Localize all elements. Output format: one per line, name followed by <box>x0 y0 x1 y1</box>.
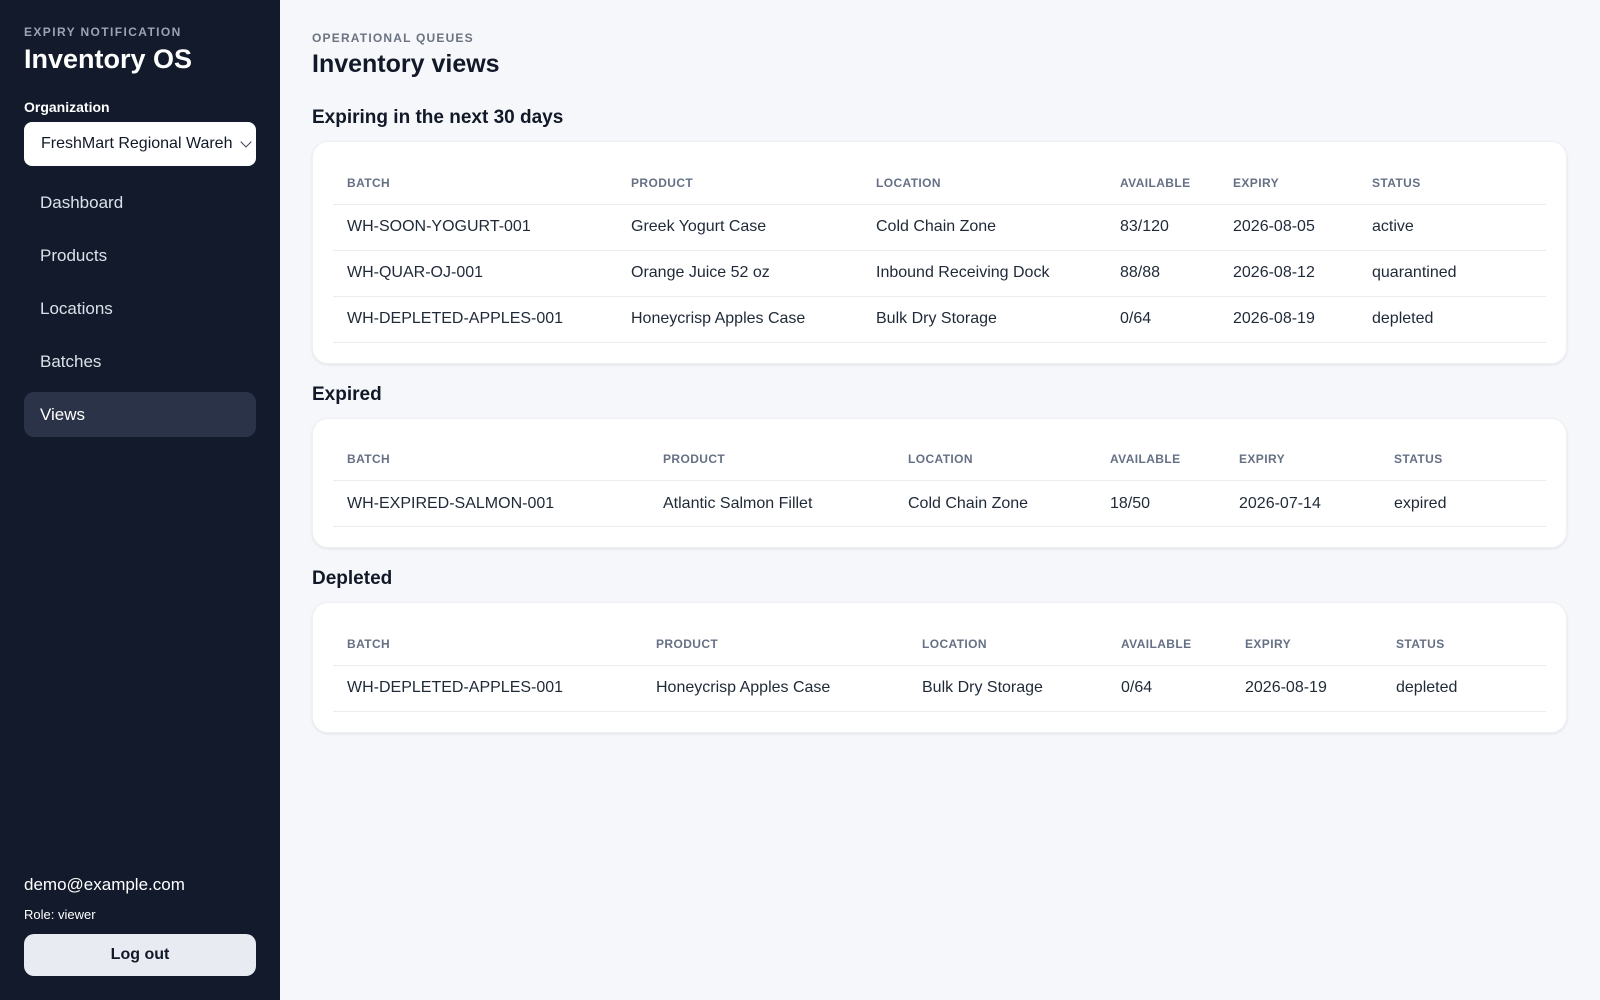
column-header-batch: BATCH <box>333 623 642 666</box>
organization-label: Organization <box>24 99 110 115</box>
column-header-product: PRODUCT <box>617 162 862 205</box>
column-header-expiry: EXPIRY <box>1219 162 1358 205</box>
cell-expiry: 2026-07-14 <box>1225 480 1380 527</box>
table-row: WH-EXPIRED-SALMON-001 Atlantic Salmon Fi… <box>333 480 1546 527</box>
sidebar-item-products[interactable]: Products <box>24 233 256 278</box>
sidebar-item-locations[interactable]: Locations <box>24 286 256 331</box>
chevron-down-icon <box>240 136 252 148</box>
cell-expiry: 2026-08-12 <box>1219 250 1358 297</box>
column-header-location: LOCATION <box>894 438 1096 481</box>
depleted-table: BATCH PRODUCT LOCATION AVAILABLE EXPIRY … <box>333 623 1546 712</box>
table-header-row: BATCH PRODUCT LOCATION AVAILABLE EXPIRY … <box>333 438 1546 481</box>
page-eyebrow: OPERATIONAL QUEUES <box>312 31 474 45</box>
cell-product: Greek Yogurt Case <box>617 204 862 251</box>
cell-status: quarantined <box>1358 250 1546 297</box>
cell-status: depleted <box>1382 665 1546 712</box>
cell-batch: WH-QUAR-OJ-001 <box>333 250 617 297</box>
depleted-table-card: BATCH PRODUCT LOCATION AVAILABLE EXPIRY … <box>312 602 1567 733</box>
sidebar-eyebrow: EXPIRY NOTIFICATION <box>24 25 182 39</box>
expired-table: BATCH PRODUCT LOCATION AVAILABLE EXPIRY … <box>333 438 1546 527</box>
main-content: OPERATIONAL QUEUES Inventory views Expir… <box>280 0 1600 1000</box>
cell-product: Honeycrisp Apples Case <box>617 296 862 343</box>
cell-product: Honeycrisp Apples Case <box>642 665 908 712</box>
column-header-product: PRODUCT <box>649 438 894 481</box>
sidebar: EXPIRY NOTIFICATION Inventory OS Organiz… <box>0 0 280 1000</box>
app-shell: EXPIRY NOTIFICATION Inventory OS Organiz… <box>0 0 1600 1000</box>
organization-select-value: FreshMart Regional Warehouse <box>41 135 232 152</box>
cell-batch: WH-DEPLETED-APPLES-001 <box>333 665 642 712</box>
logout-button[interactable]: Log out <box>24 934 256 976</box>
cell-available: 83/120 <box>1106 204 1219 251</box>
cell-location: Bulk Dry Storage <box>862 296 1106 343</box>
table-row: WH-QUAR-OJ-001 Orange Juice 52 oz Inboun… <box>333 250 1546 297</box>
organization-select[interactable]: FreshMart Regional Warehouse <box>24 122 256 166</box>
table-header-row: BATCH PRODUCT LOCATION AVAILABLE EXPIRY … <box>333 162 1546 205</box>
column-header-status: STATUS <box>1380 438 1546 481</box>
cell-available: 88/88 <box>1106 250 1219 297</box>
column-header-expiry: EXPIRY <box>1225 438 1380 481</box>
cell-status: expired <box>1380 480 1546 527</box>
column-header-product: PRODUCT <box>642 623 908 666</box>
section-title-depleted: Depleted <box>312 568 393 589</box>
sidebar-item-dashboard[interactable]: Dashboard <box>24 180 256 225</box>
expiring-table-card: BATCH PRODUCT LOCATION AVAILABLE EXPIRY … <box>312 141 1567 364</box>
column-header-expiry: EXPIRY <box>1231 623 1382 666</box>
user-email: demo@example.com <box>24 875 185 894</box>
expired-table-card: BATCH PRODUCT LOCATION AVAILABLE EXPIRY … <box>312 417 1567 548</box>
cell-available: 18/50 <box>1096 480 1225 527</box>
cell-expiry: 2026-08-05 <box>1219 204 1358 251</box>
table-row: WH-DEPLETED-APPLES-001 Honeycrisp Apples… <box>333 296 1546 343</box>
cell-product: Atlantic Salmon Fillet <box>649 480 894 527</box>
cell-batch: WH-SOON-YOGURT-001 <box>333 204 617 251</box>
cell-expiry: 2026-08-19 <box>1231 665 1382 712</box>
column-header-batch: BATCH <box>333 438 649 481</box>
column-header-available: AVAILABLE <box>1107 623 1231 666</box>
sidebar-nav: Dashboard Products Locations Batches Vie… <box>24 180 256 437</box>
cell-batch: WH-DEPLETED-APPLES-001 <box>333 296 617 343</box>
cell-product: Orange Juice 52 oz <box>617 250 862 297</box>
sidebar-item-batches[interactable]: Batches <box>24 339 256 384</box>
user-role: Role: viewer <box>24 907 96 922</box>
cell-batch: WH-EXPIRED-SALMON-001 <box>333 480 649 527</box>
section-title-expired: Expired <box>312 383 382 405</box>
cell-available: 0/64 <box>1107 665 1231 712</box>
column-header-status: STATUS <box>1382 623 1546 666</box>
expiring-table: BATCH PRODUCT LOCATION AVAILABLE EXPIRY … <box>333 162 1546 343</box>
app-brand: Inventory OS <box>24 44 193 74</box>
section-title-expiring: Expiring in the next 30 days <box>312 107 564 128</box>
cell-expiry: 2026-08-19 <box>1219 296 1358 343</box>
table-row: WH-DEPLETED-APPLES-001 Honeycrisp Apples… <box>333 665 1546 712</box>
page-title: Inventory views <box>312 50 500 78</box>
cell-location: Cold Chain Zone <box>894 480 1096 527</box>
column-header-batch: BATCH <box>333 162 617 205</box>
cell-available: 0/64 <box>1106 296 1219 343</box>
cell-location: Bulk Dry Storage <box>908 665 1107 712</box>
cell-location: Cold Chain Zone <box>862 204 1106 251</box>
cell-status: active <box>1358 204 1546 251</box>
table-row: WH-SOON-YOGURT-001 Greek Yogurt Case Col… <box>333 204 1546 251</box>
user-panel: demo@example.com Role: viewer Log out <box>24 875 256 976</box>
column-header-location: LOCATION <box>862 162 1106 205</box>
column-header-available: AVAILABLE <box>1096 438 1225 481</box>
cell-status: depleted <box>1358 296 1546 343</box>
column-header-location: LOCATION <box>908 623 1107 666</box>
table-header-row: BATCH PRODUCT LOCATION AVAILABLE EXPIRY … <box>333 623 1546 666</box>
column-header-status: STATUS <box>1358 162 1546 205</box>
sidebar-item-views[interactable]: Views <box>24 392 256 437</box>
column-header-available: AVAILABLE <box>1106 162 1219 205</box>
cell-location: Inbound Receiving Dock <box>862 250 1106 297</box>
